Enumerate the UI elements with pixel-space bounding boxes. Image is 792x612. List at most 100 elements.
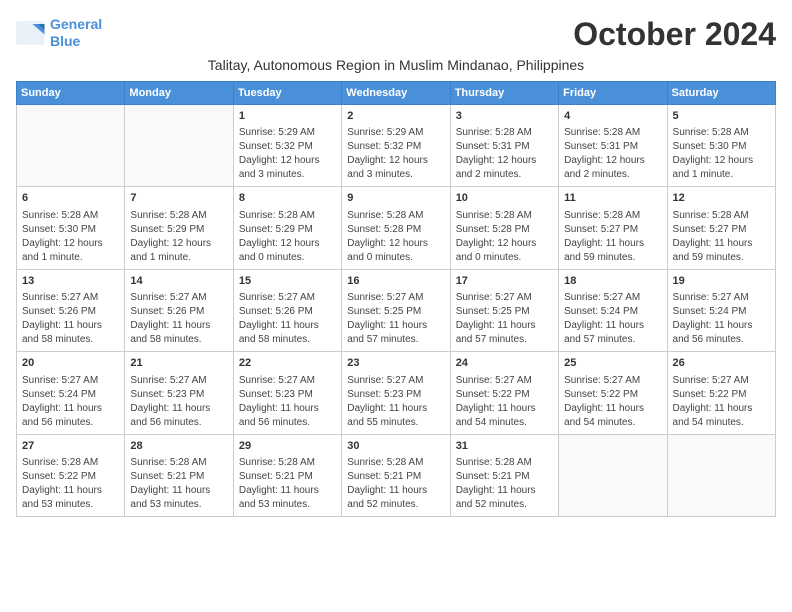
weekday-header: Friday <box>559 82 667 105</box>
day-info: Sunrise: 5:28 AM Sunset: 5:21 PM Dayligh… <box>456 456 553 512</box>
day-info: Sunrise: 5:28 AM Sunset: 5:28 PM Dayligh… <box>456 209 553 265</box>
day-info: Sunrise: 5:28 AM Sunset: 5:28 PM Dayligh… <box>347 209 444 265</box>
calendar-cell: 8 Sunrise: 5:28 AM Sunset: 5:29 PM Daylig… <box>233 187 341 269</box>
logo-text: General Blue <box>50 16 102 50</box>
day-number: 18 <box>564 274 661 289</box>
weekday-header-row: SundayMondayTuesdayWednesdayThursdayFrid… <box>17 82 776 105</box>
day-info: Sunrise: 5:27 AM Sunset: 5:23 PM Dayligh… <box>130 374 227 430</box>
day-number: 24 <box>456 356 553 371</box>
day-number: 2 <box>347 109 444 124</box>
day-info: Sunrise: 5:28 AM Sunset: 5:27 PM Dayligh… <box>564 209 661 265</box>
weekday-header: Saturday <box>667 82 775 105</box>
calendar-body: 1 Sunrise: 5:29 AM Sunset: 5:32 PM Daylig… <box>17 105 776 517</box>
logo-icon <box>16 21 46 45</box>
day-info: Sunrise: 5:28 AM Sunset: 5:21 PM Dayligh… <box>347 456 444 512</box>
calendar-cell: 23 Sunrise: 5:27 AM Sunset: 5:23 PM Dayli… <box>342 352 450 434</box>
day-number: 26 <box>673 356 770 371</box>
calendar-cell: 16 Sunrise: 5:27 AM Sunset: 5:25 PM Dayli… <box>342 269 450 351</box>
calendar-cell: 17 Sunrise: 5:27 AM Sunset: 5:25 PM Dayli… <box>450 269 558 351</box>
day-info: Sunrise: 5:27 AM Sunset: 5:22 PM Dayligh… <box>564 374 661 430</box>
calendar-table: SundayMondayTuesdayWednesdayThursdayFrid… <box>16 81 776 517</box>
day-info: Sunrise: 5:28 AM Sunset: 5:21 PM Dayligh… <box>130 456 227 512</box>
calendar-cell: 7Sunrise: 5:28 AM Sunset: 5:29 PM Daylig… <box>125 187 233 269</box>
day-number: 16 <box>347 274 444 289</box>
day-number: 14 <box>130 274 227 289</box>
day-number: 3 <box>456 109 553 124</box>
day-info: Sunrise: 5:28 AM Sunset: 5:31 PM Dayligh… <box>456 126 553 182</box>
calendar-cell: 11 Sunrise: 5:28 AM Sunset: 5:27 PM Dayli… <box>559 187 667 269</box>
calendar-cell: 28 Sunrise: 5:28 AM Sunset: 5:21 PM Dayli… <box>125 434 233 516</box>
calendar-cell: 13Sunrise: 5:27 AM Sunset: 5:26 PM Dayli… <box>17 269 125 351</box>
calendar-cell <box>125 105 233 187</box>
calendar-week-row: 27 Sunrise: 5:28 AM Sunset: 5:22 PM Dayli… <box>17 434 776 516</box>
weekday-header: Tuesday <box>233 82 341 105</box>
calendar-cell: 10 Sunrise: 5:28 AM Sunset: 5:28 PM Dayli… <box>450 187 558 269</box>
logo: General Blue <box>16 16 102 50</box>
calendar-cell: 26 Sunrise: 5:27 AM Sunset: 5:22 PM Dayli… <box>667 352 775 434</box>
day-info: Sunrise: 5:27 AM Sunset: 5:22 PM Dayligh… <box>456 374 553 430</box>
day-info: Sunrise: 5:27 AM Sunset: 5:23 PM Dayligh… <box>347 374 444 430</box>
day-info: Sunrise: 5:27 AM Sunset: 5:26 PM Dayligh… <box>239 291 336 347</box>
day-info: Sunrise: 5:27 AM Sunset: 5:25 PM Dayligh… <box>456 291 553 347</box>
calendar-cell: 22 Sunrise: 5:27 AM Sunset: 5:23 PM Dayli… <box>233 352 341 434</box>
day-number: 21 <box>130 356 227 371</box>
day-info: Sunrise: 5:28 AM Sunset: 5:22 PM Dayligh… <box>22 456 119 512</box>
weekday-header: Wednesday <box>342 82 450 105</box>
day-number: 15 <box>239 274 336 289</box>
day-info: Sunrise: 5:28 AM Sunset: 5:30 PM Dayligh… <box>22 209 119 265</box>
calendar-cell: 20 Sunrise: 5:27 AM Sunset: 5:24 PM Dayli… <box>17 352 125 434</box>
day-number: 1 <box>239 109 336 124</box>
day-info: Sunrise: 5:28 AM Sunset: 5:27 PM Dayligh… <box>673 209 770 265</box>
day-info: Sunrise: 5:27 AM Sunset: 5:25 PM Dayligh… <box>347 291 444 347</box>
day-number: 23 <box>347 356 444 371</box>
calendar-cell: 1 Sunrise: 5:29 AM Sunset: 5:32 PM Daylig… <box>233 105 341 187</box>
calendar-cell: 4Sunrise: 5:28 AM Sunset: 5:31 PM Daylig… <box>559 105 667 187</box>
day-number: 8 <box>239 191 336 206</box>
day-number: 27 <box>22 439 119 454</box>
day-number: 4 <box>564 109 661 124</box>
day-number: 10 <box>456 191 553 206</box>
day-number: 20 <box>22 356 119 371</box>
calendar-cell: 29 Sunrise: 5:28 AM Sunset: 5:21 PM Dayli… <box>233 434 341 516</box>
day-info: Sunrise: 5:29 AM Sunset: 5:32 PM Dayligh… <box>239 126 336 182</box>
day-number: 22 <box>239 356 336 371</box>
calendar-cell: 27 Sunrise: 5:28 AM Sunset: 5:22 PM Dayli… <box>17 434 125 516</box>
calendar-cell: 15 Sunrise: 5:27 AM Sunset: 5:26 PM Dayli… <box>233 269 341 351</box>
day-info: Sunrise: 5:27 AM Sunset: 5:23 PM Dayligh… <box>239 374 336 430</box>
day-info: Sunrise: 5:28 AM Sunset: 5:21 PM Dayligh… <box>239 456 336 512</box>
day-number: 9 <box>347 191 444 206</box>
day-number: 13 <box>22 274 119 289</box>
calendar-cell <box>559 434 667 516</box>
calendar-cell: 5 Sunrise: 5:28 AM Sunset: 5:30 PM Daylig… <box>667 105 775 187</box>
calendar-week-row: 20 Sunrise: 5:27 AM Sunset: 5:24 PM Dayli… <box>17 352 776 434</box>
day-number: 25 <box>564 356 661 371</box>
calendar-cell: 6Sunrise: 5:28 AM Sunset: 5:30 PM Daylig… <box>17 187 125 269</box>
day-number: 17 <box>456 274 553 289</box>
month-title: October 2024 <box>573 16 776 53</box>
day-info: Sunrise: 5:28 AM Sunset: 5:30 PM Dayligh… <box>673 126 770 182</box>
day-number: 5 <box>673 109 770 124</box>
calendar-week-row: 6Sunrise: 5:28 AM Sunset: 5:30 PM Daylig… <box>17 187 776 269</box>
weekday-header: Monday <box>125 82 233 105</box>
calendar-cell <box>17 105 125 187</box>
calendar-cell: 18 Sunrise: 5:27 AM Sunset: 5:24 PM Dayli… <box>559 269 667 351</box>
day-number: 19 <box>673 274 770 289</box>
day-number: 29 <box>239 439 336 454</box>
day-number: 31 <box>456 439 553 454</box>
calendar-cell: 31 Sunrise: 5:28 AM Sunset: 5:21 PM Dayli… <box>450 434 558 516</box>
calendar-cell: 3 Sunrise: 5:28 AM Sunset: 5:31 PM Daylig… <box>450 105 558 187</box>
weekday-header: Sunday <box>17 82 125 105</box>
day-info: Sunrise: 5:28 AM Sunset: 5:29 PM Dayligh… <box>239 209 336 265</box>
day-info: Sunrise: 5:27 AM Sunset: 5:24 PM Dayligh… <box>22 374 119 430</box>
page-header: General Blue October 2024 <box>16 16 776 53</box>
day-info: Sunrise: 5:27 AM Sunset: 5:24 PM Dayligh… <box>673 291 770 347</box>
calendar-cell <box>667 434 775 516</box>
day-number: 28 <box>130 439 227 454</box>
calendar-cell: 2Sunrise: 5:29 AM Sunset: 5:32 PM Daylig… <box>342 105 450 187</box>
day-number: 11 <box>564 191 661 206</box>
day-info: Sunrise: 5:27 AM Sunset: 5:22 PM Dayligh… <box>673 374 770 430</box>
calendar-cell: 14Sunrise: 5:27 AM Sunset: 5:26 PM Dayli… <box>125 269 233 351</box>
calendar-cell: 19 Sunrise: 5:27 AM Sunset: 5:24 PM Dayli… <box>667 269 775 351</box>
day-info: Sunrise: 5:27 AM Sunset: 5:24 PM Dayligh… <box>564 291 661 347</box>
day-number: 12 <box>673 191 770 206</box>
